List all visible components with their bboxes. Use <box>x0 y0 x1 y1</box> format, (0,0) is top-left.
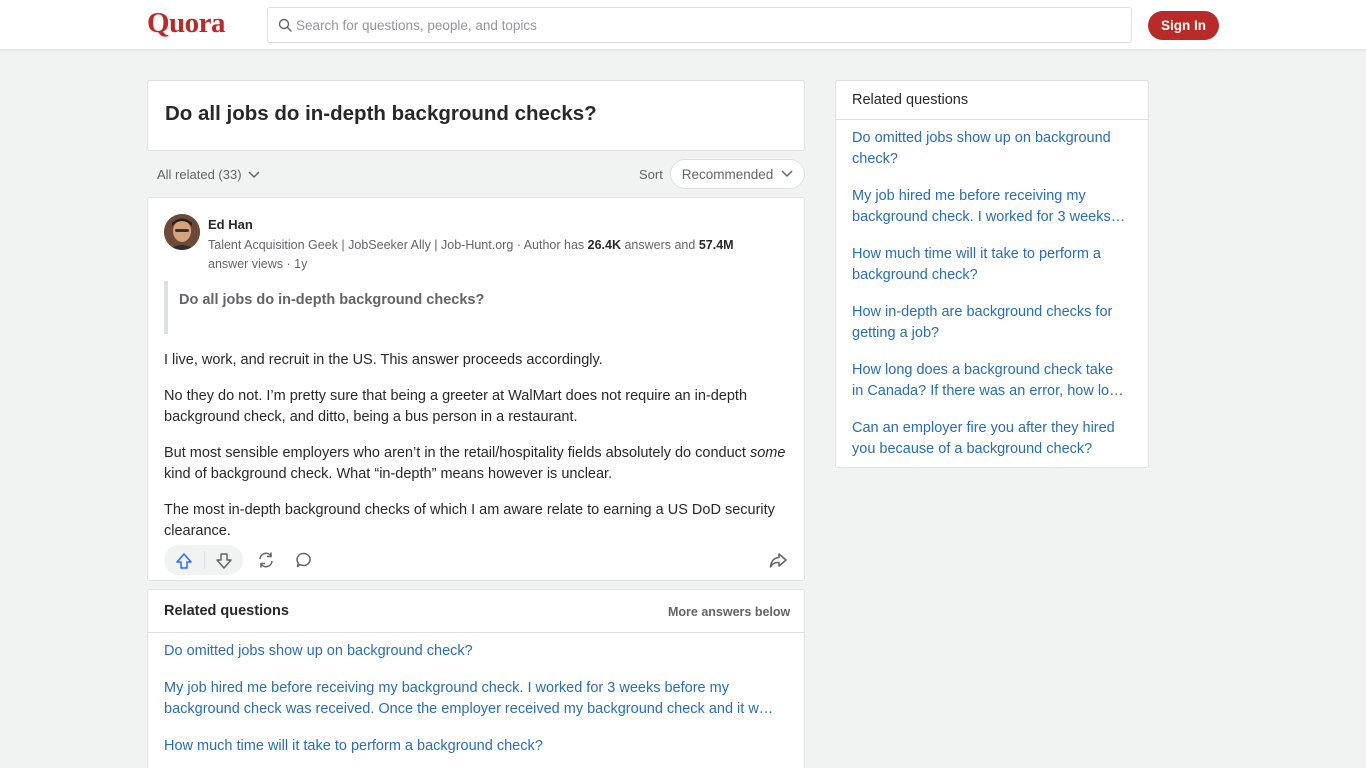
sidebar-question-link[interactable]: Do omitted jobs show up on background che… <box>852 128 1137 170</box>
link-line: check? <box>852 151 898 167</box>
emphasis-text: some <box>749 445 786 461</box>
quoted-question[interactable]: Do all jobs do in-depth background check… <box>179 292 484 308</box>
link-line: in Canada? If there was an error, how lo… <box>852 383 1124 399</box>
share-cycle-icon[interactable] <box>257 551 275 569</box>
credential-text: Talent Acquisition Geek | JobSeeker Ally… <box>208 238 588 252</box>
more-answers-below[interactable]: More answers below <box>668 605 790 619</box>
question-title: Do all jobs do in-depth background check… <box>165 102 597 125</box>
search-icon <box>278 18 292 32</box>
upvote-icon[interactable] <box>175 552 193 570</box>
share-icon[interactable] <box>769 551 787 569</box>
answer-paragraph: The most in-depth background checks of w… <box>164 502 775 539</box>
sidebar-heading: Related questions <box>852 92 969 108</box>
sort-value: Recommended <box>681 166 774 182</box>
related-question-link[interactable]: Do omitted jobs show up on background ch… <box>164 641 789 662</box>
link-line: My job hired me before receiving my <box>852 188 1086 204</box>
author-credential: Talent Acquisition Geek | JobSeeker Ally… <box>208 236 768 274</box>
chevron-down-icon <box>248 170 260 178</box>
author-avatar[interactable] <box>164 214 200 250</box>
question-card: Do all jobs do in-depth background check… <box>147 80 805 151</box>
views-count: 57.4M <box>698 238 734 252</box>
chevron-down-icon <box>781 170 793 178</box>
sidebar-question-link[interactable]: How in-depth are background checks for ge… <box>852 302 1137 344</box>
answer-actions <box>164 545 789 575</box>
top-bar: Quora Sign In <box>0 0 1366 50</box>
sidebar-question-link[interactable]: My job hired me before receiving my backg… <box>852 186 1137 228</box>
link-line: Can an employer fire you after they hire… <box>852 420 1115 436</box>
sign-in-button[interactable]: Sign In <box>1148 11 1219 40</box>
answer-card: Ed Han Talent Acquisition Geek | JobSeek… <box>147 197 805 581</box>
sidebar-question-link[interactable]: Can an employer fire you after they hire… <box>852 418 1137 460</box>
divider <box>148 632 804 633</box>
search-input[interactable] <box>296 8 1116 42</box>
paragraph-end: kind of background check. What “in-depth… <box>164 466 613 482</box>
link-line: background check. I worked for 3 weeks… <box>852 209 1126 225</box>
quote-bar <box>164 281 168 334</box>
all-related-dropdown[interactable]: All related (33) <box>157 167 260 182</box>
related-question-link[interactable]: My job hired me before receiving my back… <box>164 678 789 720</box>
sidebar-question-link[interactable]: How much time will it take to perform a b… <box>852 244 1137 286</box>
comment-icon[interactable] <box>295 551 313 569</box>
link-line: How in-depth are background checks for <box>852 304 1113 320</box>
link-line: getting a job? <box>852 325 940 341</box>
all-related-label: All related (33) <box>157 167 242 182</box>
filter-bar: All related (33) Sort Recommended <box>147 159 805 189</box>
link-line: background check? <box>852 267 978 283</box>
sort-label: Sort <box>639 167 663 182</box>
paragraph-start: But most sensible employers who aren’t i… <box>164 445 750 461</box>
sidebar-question-link[interactable]: How long does a background check take in … <box>852 360 1137 402</box>
credential-suffix: answer views · 1y <box>208 257 308 271</box>
related-questions-main: Related questions More answers below Do … <box>147 589 805 768</box>
answers-count: 26.4K <box>587 238 621 252</box>
vote-pill <box>164 545 243 575</box>
downvote-icon[interactable] <box>215 552 233 570</box>
sort-dropdown[interactable]: Recommended <box>670 159 805 189</box>
answer-body: I live, work, and recruit in the US. Thi… <box>164 350 789 557</box>
link-line: How long does a background check take <box>852 362 1114 378</box>
vote-divider <box>204 551 205 569</box>
related-questions-heading: Related questions <box>164 603 289 619</box>
link-line: you because of a background check? <box>852 441 1093 457</box>
author-name[interactable]: Ed Han <box>208 217 253 232</box>
quora-logo[interactable]: Quora <box>147 7 226 40</box>
answer-paragraph: But most sensible employers who aren’t i… <box>164 443 789 485</box>
related-questions-sidebar: Related questions Do omitted jobs show u… <box>835 80 1149 468</box>
divider <box>836 119 1148 120</box>
credential-mid: answers and <box>620 238 699 252</box>
answer-paragraph: No they do not. I’m pretty sure that bei… <box>164 388 748 425</box>
search-box[interactable] <box>267 7 1132 43</box>
link-line: Do omitted jobs show up on background <box>852 130 1111 146</box>
answer-paragraph: I live, work, and recruit in the US. Thi… <box>164 352 603 368</box>
link-line: How much time will it take to perform a <box>852 246 1101 262</box>
related-question-link[interactable]: How much time will it take to perform a … <box>164 736 789 757</box>
